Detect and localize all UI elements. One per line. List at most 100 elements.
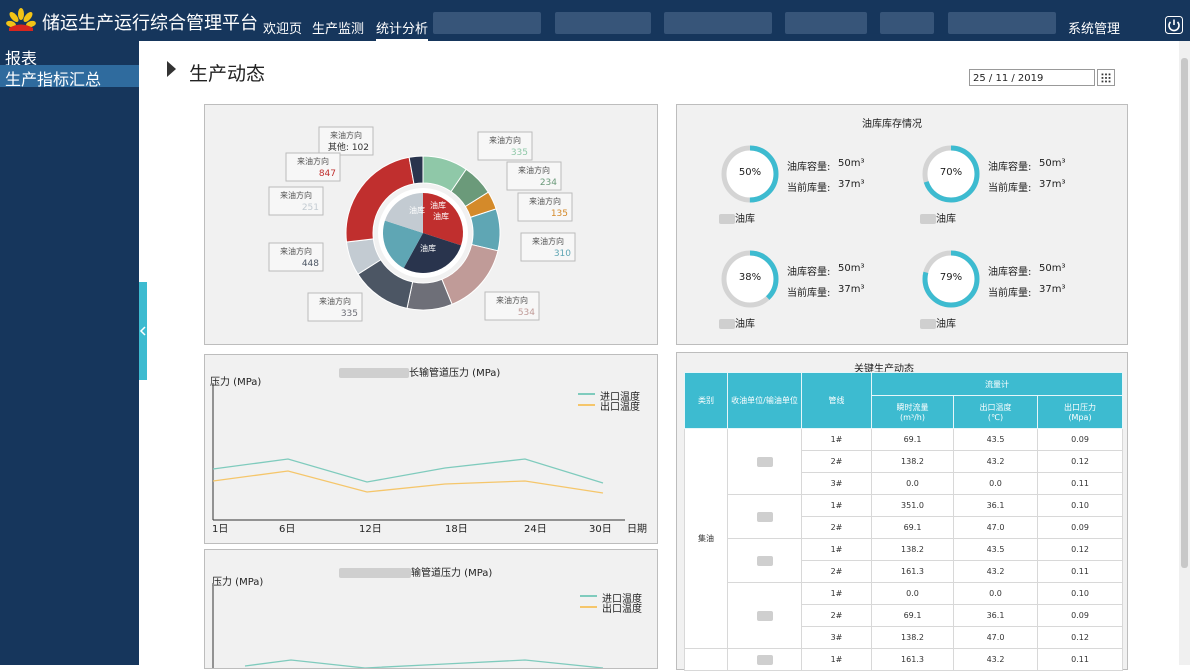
top-navigation-bar: 储运生产运行综合管理平台 欢迎页 生产监测 统计分析 系统管理 <box>0 0 1190 41</box>
nav-statistics[interactable]: 统计分析 <box>376 18 429 41</box>
table-cell: 1# <box>801 538 872 561</box>
table-cell: 161.3 <box>871 648 954 671</box>
redacted-text <box>756 555 773 566</box>
nav-production-monitoring[interactable]: 生产监测 <box>312 18 364 37</box>
caret-right-icon <box>167 61 176 77</box>
chevron-left-icon <box>139 326 146 336</box>
table-cell: 0.0 <box>953 472 1038 495</box>
header-category: 类别 <box>684 372 728 429</box>
page-title: 生产动态 <box>189 63 266 85</box>
app-title: 储运生产运行综合管理平台 <box>42 13 258 34</box>
current-label: 当前库量: <box>787 288 831 299</box>
capacity-label: 油库容量: <box>787 162 831 173</box>
tank-name-label: 油库 <box>936 319 956 330</box>
pressure-line-chart-1 <box>212 383 625 521</box>
donut-label-box: 来油方向 335 <box>307 292 363 322</box>
donut-label-direction: 来油方向 <box>518 165 550 175</box>
calendar-icon[interactable] <box>1097 69 1115 86</box>
donut-label-box: 来油方向 135 <box>517 192 573 222</box>
unit-cell <box>727 428 802 495</box>
scrollbar-thumb[interactable] <box>1181 58 1188 568</box>
petrochina-logo-icon <box>6 8 36 31</box>
inventory-title: 油库库存情况 <box>862 119 922 130</box>
table-cell: 161.3 <box>871 560 954 583</box>
donut-label-value: 234 <box>540 178 557 188</box>
donut-label-direction: 来油方向 <box>529 196 561 206</box>
inner-label: 油库 <box>433 211 449 221</box>
capacity-label: 油库容量: <box>787 267 831 278</box>
donut-label-direction: 来油方向 <box>280 190 312 200</box>
header-out-pressure-unit: (Mpa) <box>1068 413 1092 422</box>
gauge-percent: 79% <box>939 272 963 283</box>
current-value: 37m³ <box>838 284 865 295</box>
header-out-pressure: 出口压力 (Mpa) <box>1036 395 1124 429</box>
nav-item-redacted[interactable] <box>664 12 772 34</box>
x-tick: 30日 <box>589 524 612 535</box>
nav-welcome[interactable]: 欢迎页 <box>263 18 302 37</box>
inner-label: 油库 <box>430 200 446 210</box>
gauge-percent: 70% <box>939 167 963 178</box>
tank-name: 油库 <box>719 210 755 225</box>
tank-name: 油库 <box>920 315 956 330</box>
inner-label: 油库 <box>420 243 436 253</box>
current-label: 当前库量: <box>988 288 1032 299</box>
header-instant-flow-unit: (m³/h) <box>899 413 925 422</box>
gauge-percent: 38% <box>738 272 762 283</box>
power-icon[interactable] <box>1165 16 1183 34</box>
pressure-chart-panel-1: 长输管道压力 (MPa) 压力 (MPa) 进口温度 出口温度 1日 6日 12… <box>204 354 658 544</box>
sidebar: 报表 生产指标汇总 <box>0 41 139 665</box>
unit-cell <box>727 494 802 539</box>
donut-label-value: 335 <box>341 309 358 319</box>
x-tick: 24日 <box>524 524 547 535</box>
donut-chart: 油库油库油库油库来油方向其他: 102来油方向335来油方向234来油方向135… <box>268 126 576 322</box>
table-cell: 0.11 <box>1036 472 1124 495</box>
table-cell: 0.09 <box>1036 428 1124 451</box>
nav-item-redacted[interactable] <box>785 12 867 34</box>
current-label: 当前库量: <box>988 183 1032 194</box>
table-cell: 43.2 <box>953 560 1038 583</box>
x-tick: 12日 <box>359 524 382 535</box>
table-cell: 0.12 <box>1036 626 1124 649</box>
table-cell: 36.1 <box>953 604 1038 627</box>
table-cell: 43.2 <box>953 648 1038 671</box>
nav-item-redacted[interactable] <box>555 12 651 34</box>
donut-label-value: 310 <box>554 249 571 259</box>
donut-label-box: 来油方向 335 <box>477 131 533 161</box>
donut-label-direction: 来油方向 <box>280 246 312 256</box>
donut-label-value: 847 <box>319 169 336 179</box>
unit-cell <box>727 582 802 649</box>
table-cell: 36.1 <box>953 494 1038 517</box>
nav-item-redacted[interactable] <box>880 12 934 34</box>
table-cell: 47.0 <box>953 626 1038 649</box>
donut-label-box: 来油方向 448 <box>268 242 324 272</box>
redacted-text <box>920 319 936 329</box>
nav-system-management[interactable]: 系统管理 <box>1068 18 1120 37</box>
table-cell: 351.0 <box>871 494 954 517</box>
table-cell: 0.12 <box>1036 538 1124 561</box>
header-pipeline: 管线 <box>801 372 872 429</box>
table-cell: 2# <box>801 560 872 583</box>
donut-label-box: 来油方向其他: 102 <box>318 126 374 156</box>
capacity-label: 油库容量: <box>988 162 1032 173</box>
current-value: 37m³ <box>838 179 865 190</box>
sidebar-item-production-summary[interactable]: 生产指标汇总 <box>5 66 101 90</box>
redacted-text <box>719 214 735 224</box>
donut-panel: 油库 油库 油库 油库 来油方向 其他: 102 来油方向 335 来油方向 234 来油方向 135… <box>204 104 658 345</box>
nav-item-redacted[interactable] <box>948 12 1056 34</box>
sidebar-collapse-handle[interactable] <box>139 282 147 380</box>
x-axis-label: 日期 <box>627 524 647 535</box>
header-out-temp-label: 出口温度 <box>979 403 1012 412</box>
header-out-temp-unit: (℃) <box>987 413 1004 422</box>
unit-cell <box>727 648 802 671</box>
x-tick: 6日 <box>279 524 296 535</box>
donut-label-direction: 来油方向 <box>330 130 362 140</box>
header-out-pressure-label: 出口压力 <box>1064 403 1096 412</box>
donut-label-box: 来油方向 251 <box>268 186 324 216</box>
gauge-percent: 50% <box>738 167 762 178</box>
table-row: 1# 138.2 43.5 0.12 <box>685 538 1124 583</box>
date-input[interactable]: 25 / 11 / 2019 <box>969 69 1095 86</box>
table-cell: 138.2 <box>871 626 954 649</box>
table-cell: 0.09 <box>1036 516 1124 539</box>
header-out-temp: 出口温度 (℃) <box>953 395 1038 429</box>
nav-item-redacted[interactable] <box>433 12 541 34</box>
